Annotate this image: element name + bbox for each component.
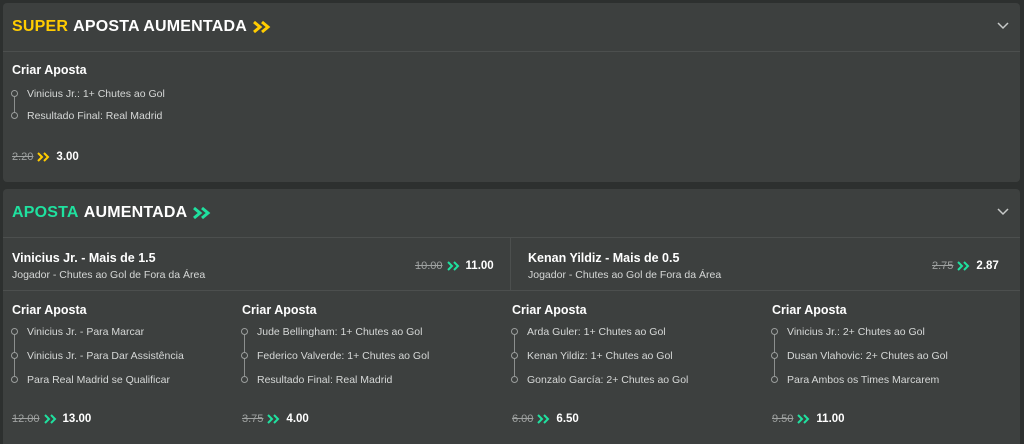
- double-chevron-right-icon: [37, 152, 50, 162]
- chevron-down-icon[interactable]: [996, 205, 1010, 219]
- title-highlight: APOSTA: [12, 204, 79, 221]
- selection-dot-icon: [11, 352, 18, 359]
- new-odds: 4.00: [286, 413, 309, 425]
- new-odds: 2.87: [976, 260, 999, 272]
- bet-builder-heading: Criar Aposta: [242, 303, 317, 317]
- bet-builder-heading: Criar Aposta: [772, 303, 847, 317]
- selection-dot-icon: [511, 376, 518, 383]
- old-odds: 9.50: [772, 413, 794, 425]
- featured-subtitle: Jogador - Chutes ao Gol de Fora da Área: [12, 269, 206, 281]
- old-odds: 3.75: [242, 413, 264, 425]
- old-odds: 2.20: [12, 151, 34, 163]
- old-odds: 6.00: [512, 413, 534, 425]
- odds-button[interactable]: 9.50 11.00: [772, 413, 845, 425]
- selection-dot-icon: [241, 328, 248, 335]
- selection-dot-icon: [241, 352, 248, 359]
- odds-button[interactable]: 2.75 2.87: [932, 260, 999, 272]
- selection-dot-icon: [11, 112, 18, 119]
- old-odds: 12.00: [12, 413, 40, 425]
- bet-builder-heading: Criar Aposta: [12, 63, 87, 77]
- chevron-down-icon[interactable]: [996, 19, 1010, 33]
- odds-button[interactable]: 10.00 11.00: [415, 260, 494, 272]
- new-odds: 6.50: [556, 413, 579, 425]
- selection-dot-icon: [511, 352, 518, 359]
- selection-dot-icon: [241, 376, 248, 383]
- featured-title: Vinicius Jr. - Mais de 1.5: [12, 251, 156, 265]
- selection-dot-icon: [11, 90, 18, 97]
- selection-dot-icon: [771, 352, 778, 359]
- selection-dot-icon: [511, 328, 518, 335]
- super-boost-panel: SUPER APOSTA AUMENTADA Criar Aposta Vini…: [3, 3, 1020, 182]
- boost-header[interactable]: APOSTA AUMENTADA: [3, 189, 1020, 238]
- featured-subtitle: Jogador - Chutes ao Gol de Fora da Área: [528, 269, 722, 281]
- double-chevron-right-icon: [267, 414, 280, 424]
- super-boost-title: SUPER APOSTA AUMENTADA: [12, 18, 274, 36]
- double-chevron-right-icon: [253, 20, 271, 34]
- double-chevron-right-icon: [43, 414, 56, 424]
- boost-panel: APOSTA AUMENTADA Vinicius Jr. - Mais de …: [3, 189, 1020, 444]
- featured-title: Kenan Yildiz - Mais de 0.5: [528, 251, 680, 265]
- bet-builder-heading: Criar Aposta: [512, 303, 587, 317]
- double-chevron-right-icon: [537, 414, 550, 424]
- odds-button[interactable]: 2.20 3.00: [12, 151, 79, 163]
- double-chevron-right-icon: [797, 414, 810, 424]
- odds-button[interactable]: 6.00 6.50: [512, 413, 579, 425]
- double-chevron-right-icon: [957, 261, 970, 271]
- selection-dot-icon: [771, 328, 778, 335]
- new-odds: 13.00: [62, 413, 92, 425]
- new-odds: 11.00: [465, 260, 494, 272]
- new-odds: 11.00: [816, 413, 845, 425]
- odds-button[interactable]: 3.75 4.00: [242, 413, 309, 425]
- selection-dot-icon: [11, 376, 18, 383]
- odds-button[interactable]: 12.00 13.00: [12, 413, 91, 425]
- old-odds: 2.75: [932, 260, 954, 272]
- selection-dot-icon: [11, 328, 18, 335]
- old-odds: 10.00: [415, 260, 443, 272]
- new-odds: 3.00: [56, 151, 79, 163]
- boost-title: APOSTA AUMENTADA: [12, 204, 214, 222]
- title-rest: APOSTA AUMENTADA: [73, 18, 247, 35]
- super-boost-header[interactable]: SUPER APOSTA AUMENTADA: [3, 3, 1020, 52]
- double-chevron-right-icon: [446, 261, 459, 271]
- featured-divider: [3, 290, 1020, 291]
- featured-divider-vertical: [510, 237, 511, 290]
- bet-builder-heading: Criar Aposta: [12, 303, 87, 317]
- selection-dot-icon: [771, 376, 778, 383]
- title-highlight: SUPER: [12, 18, 69, 35]
- double-chevron-right-icon: [193, 206, 211, 220]
- title-rest: AUMENTADA: [83, 204, 188, 221]
